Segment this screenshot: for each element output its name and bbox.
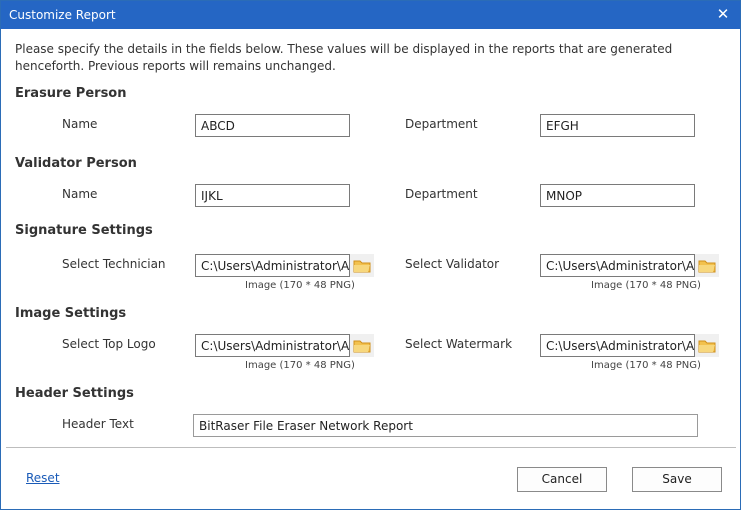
technician-path-field[interactable]: C:\Users\Administrator\A [195,254,350,277]
footer-divider [6,447,736,448]
header-text-label: Header Text [62,417,134,431]
cancel-button[interactable]: Cancel [517,467,607,492]
title-bar: Customize Report ✕ [1,1,740,29]
select-validator-label: Select Validator [405,257,500,271]
watermark-image-hint: Image (170 * 48 PNG) [591,360,701,371]
validator-name-field[interactable]: IJKL [195,184,350,207]
window-title: Customize Report [9,8,116,22]
image-settings-heading: Image Settings [15,306,127,321]
validator-department-label: Department [405,187,478,201]
top-logo-browse-button[interactable] [350,334,374,357]
erasure-department-field[interactable]: EFGH [540,114,695,137]
technician-image-hint: Image (170 * 48 PNG) [245,280,355,291]
validator-image-hint: Image (170 * 48 PNG) [591,280,701,291]
header-text-field[interactable]: BitRaser File Eraser Network Report [193,414,698,437]
validator-name-label: Name [62,187,98,201]
erasure-department-label: Department [405,117,478,131]
watermark-path-field[interactable]: C:\Users\Administrator\A [540,334,695,357]
watermark-browse-button[interactable] [695,334,719,357]
select-watermark-label: Select Watermark [405,337,513,351]
erasure-name-label: Name [62,117,98,131]
validator-person-heading: Validator Person [15,156,137,171]
save-button[interactable]: Save [632,467,722,492]
select-top-logo-label: Select Top Logo [62,337,156,351]
reset-link[interactable]: Reset [26,471,60,485]
folder-icon [698,340,716,353]
folder-icon [353,260,371,273]
technician-browse-button[interactable] [350,254,374,277]
customize-report-dialog: Customize Report ✕ Please specify the de… [0,0,741,510]
erasure-person-heading: Erasure Person [15,86,127,101]
validator-department-field[interactable]: MNOP [540,184,695,207]
erasure-name-field[interactable]: ABCD [195,114,350,137]
validator-browse-button[interactable] [695,254,719,277]
folder-icon [353,340,371,353]
close-icon[interactable]: ✕ [712,3,734,25]
intro-text: Please specify the details in the fields… [15,42,673,73]
validator-path-field[interactable]: C:\Users\Administrator\A [540,254,695,277]
top-logo-image-hint: Image (170 * 48 PNG) [245,360,355,371]
header-settings-heading: Header Settings [15,386,134,401]
folder-icon [698,260,716,273]
signature-settings-heading: Signature Settings [15,223,153,238]
select-technician-label: Select Technician [62,257,166,271]
top-logo-path-field[interactable]: C:\Users\Administrator\A [195,334,350,357]
